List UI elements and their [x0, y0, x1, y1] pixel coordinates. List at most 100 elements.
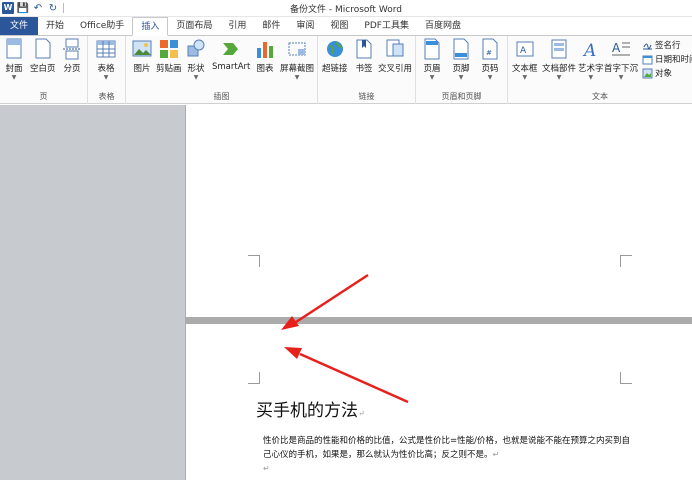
cover-page-button[interactable]: 封面 ▼ [4, 38, 24, 82]
drop-cap-label: 首字下沉 [604, 64, 639, 74]
header-button[interactable]: 页眉 ▼ [422, 38, 442, 82]
tab-review[interactable]: 审阅 [288, 17, 322, 35]
smartart-button[interactable]: SmartArt [212, 38, 250, 72]
clip-art-button[interactable]: 剪贴画 [156, 38, 182, 74]
blank-page-label: 空白页 [30, 64, 56, 74]
hyperlink-button[interactable]: 超链接 [322, 38, 348, 74]
smartart-label: SmartArt [212, 62, 251, 72]
chevron-down-icon: ▼ [103, 74, 109, 81]
svg-text:A: A [582, 41, 596, 60]
tab-references[interactable]: 引用 [220, 17, 254, 35]
date-time-label: 日期和时间 [655, 55, 692, 65]
tab-pdf-tools[interactable]: PDF工具集 [356, 17, 417, 35]
tab-home[interactable]: 开始 [38, 17, 72, 35]
bookmark-button[interactable]: 书签 [354, 38, 374, 74]
margin-corner-bottom-left [248, 255, 260, 267]
drop-cap-button[interactable]: A 首字下沉 ▼ [604, 38, 638, 82]
cover-page-icon [6, 38, 22, 59]
cross-reference-label: 交叉引用 [378, 64, 413, 74]
signature-line-button[interactable]: 签名行 [642, 39, 681, 51]
screenshot-label: 屏幕截图 [280, 64, 315, 74]
document-workspace[interactable]: 买手机的方法↵ 性价比是商品的性能和价格的比值，公式是性价比=性能/价格，也就是… [0, 105, 692, 480]
header-icon [424, 38, 440, 60]
document-heading[interactable]: 买手机的方法↵ [256, 396, 365, 421]
margin-corner-bottom-right [620, 255, 632, 267]
tab-file[interactable]: 文件 [0, 17, 39, 35]
shapes-label: 形状 [187, 64, 205, 74]
globe-icon [326, 41, 343, 57]
chevron-down-icon: ▼ [429, 74, 435, 81]
picture-button[interactable]: 图片 [132, 38, 152, 74]
chevron-down-icon: ▼ [193, 74, 199, 81]
chevron-down-icon: ▼ [458, 74, 464, 81]
quick-parts-icon [551, 39, 567, 59]
smartart-icon [223, 43, 239, 55]
screenshot-icon [288, 42, 306, 56]
clip-art-icon [159, 40, 178, 58]
shapes-button[interactable]: 形状 ▼ [186, 38, 206, 82]
svg-text:A: A [612, 41, 621, 55]
hyperlink-label: 超链接 [322, 64, 348, 74]
object-label: 对象 [655, 69, 673, 79]
group-label-illustrations: 插图 [213, 92, 230, 101]
page-number-button[interactable]: # 页码 ▼ [480, 38, 500, 82]
quick-parts-button[interactable]: 文档部件 ▼ [542, 38, 576, 82]
group-label-links: 链接 [358, 92, 375, 101]
paragraph-mark: ↵ [263, 464, 270, 473]
document-page-2[interactable]: 买手机的方法↵ 性价比是商品的性能和价格的比值，公式是性价比=性能/价格，也就是… [186, 324, 692, 480]
document-page-1[interactable] [186, 105, 692, 317]
table-button[interactable]: 表格 ▼ [96, 38, 116, 82]
page-break-label: 分页 [63, 64, 81, 74]
wordart-label: 艺术字 [578, 64, 604, 74]
tab-mailings[interactable]: 邮件 [254, 17, 288, 35]
picture-icon [132, 40, 152, 57]
group-label-tables: 表格 [98, 92, 115, 101]
navigation-pane [0, 105, 185, 480]
cover-page-label: 封面 [5, 64, 23, 74]
date-time-button[interactable]: 日期和时间 [642, 53, 692, 65]
table-label: 表格 [97, 64, 115, 74]
shapes-icon [187, 39, 205, 57]
cross-reference-button[interactable]: 交叉引用 [378, 38, 412, 74]
signature-line-label: 签名行 [655, 41, 681, 51]
chart-button[interactable]: 图表 [255, 38, 275, 74]
footer-button[interactable]: 页脚 ▼ [451, 38, 471, 82]
svg-text:#: # [486, 49, 492, 57]
cross-reference-icon [386, 39, 404, 57]
clip-art-label: 剪贴画 [156, 64, 182, 74]
group-pages: 封面 ▼ 空白页 分页 页 [0, 36, 88, 104]
group-tables: 表格 ▼ 表格 [88, 36, 126, 104]
page-break-button[interactable]: 分页 [62, 38, 82, 74]
tab-page-layout[interactable]: 页面布局 [168, 17, 220, 35]
document-paragraph[interactable]: 性价比是商品的性能和价格的比值，公式是性价比=性能/价格，也就是说能不能在预算之… [263, 435, 633, 462]
empty-paragraph[interactable]: ↵ [263, 462, 633, 476]
group-label-header-footer: 页眉和页脚 [441, 92, 482, 101]
chevron-down-icon: ▼ [556, 74, 562, 81]
calendar-icon [642, 55, 653, 64]
text-box-button[interactable]: A 文本框 ▼ [512, 38, 538, 82]
title-bar: W 💾 ↶ ↻ 备份文件 - Microsoft Word [0, 0, 692, 17]
object-button[interactable]: 对象 [642, 67, 672, 79]
blank-page-button[interactable]: 空白页 [30, 38, 56, 74]
svg-text:A: A [520, 46, 527, 56]
tab-baidu-netdisk[interactable]: 百度网盘 [417, 17, 469, 35]
screenshot-button[interactable]: 屏幕截图 ▼ [280, 38, 314, 82]
group-links: 超链接 书签 交叉引用 链接 [318, 36, 416, 104]
bookmark-icon [356, 39, 372, 59]
page-number-label: 页码 [481, 64, 499, 74]
paragraph-mark: ↵ [492, 450, 500, 459]
page-break-icon [63, 38, 81, 60]
group-label-text: 文本 [592, 92, 608, 101]
tab-office-assistant[interactable]: Office助手 [72, 17, 132, 35]
drop-cap-icon: A [612, 41, 630, 56]
footer-icon [453, 38, 469, 60]
quick-parts-label: 文档部件 [542, 64, 577, 74]
chevron-down-icon: ▼ [487, 74, 493, 81]
wordart-button[interactable]: A 艺术字 ▼ [578, 38, 604, 82]
tab-view[interactable]: 视图 [322, 17, 356, 35]
ribbon-tabs: 文件 开始 Office助手 插入 页面布局 引用 邮件 审阅 视图 PDF工具… [0, 17, 692, 36]
tab-insert[interactable]: 插入 [132, 17, 169, 36]
text-box-label: 文本框 [512, 64, 538, 74]
group-header-footer: 页眉 ▼ 页脚 ▼ # 页码 ▼ 页眉和页脚 [416, 36, 508, 104]
group-text: A 文本框 ▼ 文档部件 ▼ A 艺术字 ▼ A 首字下沉 ▼ 签名行 日期和时… [508, 36, 692, 104]
